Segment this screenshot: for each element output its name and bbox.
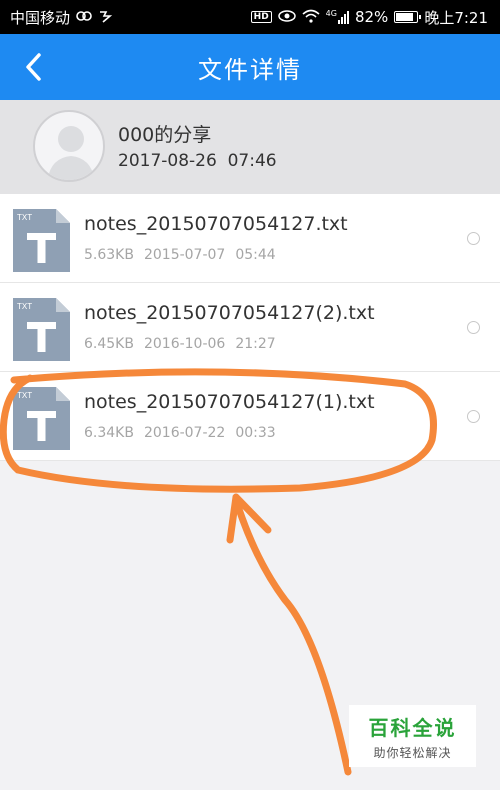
txt-file-icon: TXT bbox=[13, 298, 70, 361]
file-meta: 6.34KB 2016-07-22 00:33 bbox=[84, 425, 276, 441]
txt-label: TXT bbox=[17, 213, 32, 222]
share-date: 2017-08-26 bbox=[118, 151, 217, 171]
app-notification-icon bbox=[76, 9, 92, 26]
arrow-shaft bbox=[232, 496, 352, 776]
carrier-label: 中国移动 bbox=[10, 8, 71, 27]
file-time: 00:33 bbox=[235, 425, 276, 441]
wifi-icon bbox=[302, 9, 320, 26]
file-time: 21:27 bbox=[235, 336, 276, 352]
file-item[interactable]: TXT notes_20150707054127(1).txt 6.34KB 20… bbox=[0, 372, 500, 461]
share-time: 07:46 bbox=[227, 151, 277, 171]
file-item[interactable]: TXT notes_20150707054127(2).txt 6.45KB 20… bbox=[0, 283, 500, 372]
file-meta: 5.63KB 2015-07-07 05:44 bbox=[84, 247, 276, 263]
status-left: 中国移动 bbox=[10, 7, 114, 28]
chevron-left-icon bbox=[26, 53, 41, 81]
select-radio[interactable] bbox=[467, 410, 480, 423]
share-title: 000的分享 bbox=[118, 124, 212, 146]
watermark-subtitle: 助你轻松解决 bbox=[373, 745, 452, 760]
battery-icon bbox=[394, 11, 422, 23]
watermark-title: 百科全说 bbox=[368, 715, 457, 740]
page-title: 文件详情 bbox=[198, 55, 302, 84]
txt-file-icon: TXT bbox=[13, 387, 70, 450]
clock: 晚上7:21 bbox=[424, 8, 488, 27]
file-list: TXT notes_20150707054127.txt 5.63KB 2015-… bbox=[0, 194, 500, 461]
file-meta: 6.45KB 2016-10-06 21:27 bbox=[84, 336, 276, 352]
eye-icon bbox=[277, 9, 296, 25]
file-size: 6.34KB bbox=[84, 425, 134, 441]
battery-percent: 82% bbox=[354, 8, 389, 26]
file-date: 2015-07-07 bbox=[143, 247, 226, 263]
message-notification-icon bbox=[98, 9, 114, 26]
share-info-panel: 000的分享 2017-08-26 07:46 bbox=[0, 100, 500, 194]
share-datetime: 2017-08-26 07:46 bbox=[118, 151, 277, 171]
file-name: notes_20150707054127.txt bbox=[84, 213, 348, 235]
txt-label: TXT bbox=[17, 302, 32, 311]
battery-fill bbox=[396, 13, 413, 21]
status-bar: 中国移动 HD 4G 82% 晚上7:21 bbox=[0, 0, 500, 34]
file-name: notes_20150707054127(2).txt bbox=[84, 302, 375, 324]
status-right: HD 4G 82% 晚上7:21 bbox=[250, 7, 488, 28]
file-size: 5.63KB bbox=[84, 247, 134, 263]
select-radio[interactable] bbox=[467, 321, 480, 334]
file-date: 2016-10-06 bbox=[143, 336, 226, 352]
file-date: 2016-07-22 bbox=[143, 425, 226, 441]
file-time: 05:44 bbox=[235, 247, 276, 263]
avatar[interactable] bbox=[33, 110, 105, 182]
file-name: notes_20150707054127(1).txt bbox=[84, 391, 375, 413]
hd-icon: HD bbox=[250, 11, 272, 23]
app-header: 文件详情 bbox=[0, 34, 500, 100]
select-radio[interactable] bbox=[467, 232, 480, 245]
txt-file-icon: TXT bbox=[13, 209, 70, 272]
back-button[interactable] bbox=[14, 48, 52, 86]
default-user-icon bbox=[47, 126, 95, 180]
arrow-head bbox=[226, 493, 272, 544]
signal-icon: 4G bbox=[326, 10, 349, 24]
watermark-logo: 百科全说 助你轻松解决 bbox=[349, 705, 476, 767]
file-size: 6.45KB bbox=[84, 336, 134, 352]
file-item[interactable]: TXT notes_20150707054127.txt 5.63KB 2015-… bbox=[0, 194, 500, 283]
network-type-label: 4G bbox=[325, 9, 337, 18]
txt-label: TXT bbox=[17, 391, 32, 400]
